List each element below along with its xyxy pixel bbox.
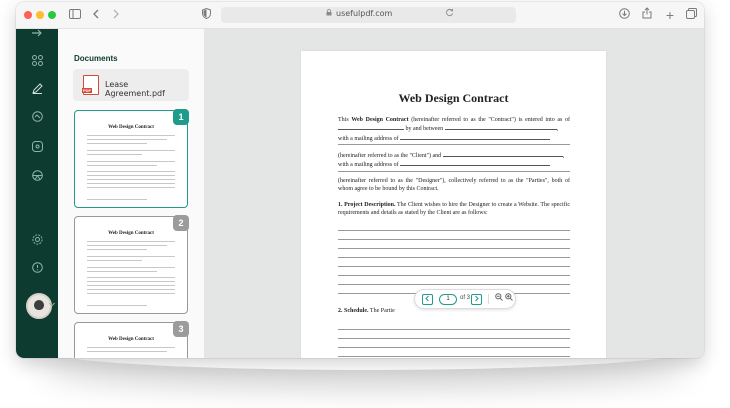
back-icon[interactable] [90,7,102,23]
shield-icon [200,7,212,23]
pdf-file-icon: PDF [82,75,99,95]
file-card[interactable]: PDF Lease Agreement.pdf [73,69,189,101]
maximize-window-button[interactable] [48,11,56,19]
grid-icon[interactable] [29,55,45,71]
help-icon[interactable] [29,262,45,278]
document-title: Web Design Contract [398,91,509,105]
reload-icon[interactable] [445,8,454,20]
tabs-icon[interactable] [684,7,698,23]
document-viewer: Web Design Contract This Web Design Cont… [204,29,704,358]
new-tab-icon[interactable]: + [663,7,677,23]
blank-line [338,144,570,145]
sidebar-icon[interactable] [68,7,82,23]
prev-page-button[interactable] [422,294,433,305]
file-name: Lease Agreement.pdf [105,80,165,98]
page-navigator: 1 of 3 [414,289,516,309]
documents-heading: Documents [74,54,118,63]
forward-icon[interactable] [110,7,122,23]
browser-toolbar: usefulpdf.com + [16,2,704,29]
minimize-window-button[interactable] [36,11,44,19]
download-icon[interactable] [617,7,631,23]
nav-rail [16,29,58,358]
url-text: usefulpdf.com [336,9,393,18]
page-thumbnail-1[interactable]: 1 Web Design Contract [74,109,189,208]
thumbnail-title: Web Design Contract [108,337,154,342]
page-number-badge: 2 [173,215,189,231]
next-page-button[interactable] [471,294,482,305]
documents-panel: Documents PDF Lease Agreement.pdf 1 Web … [58,29,205,358]
thumbnail-title: Web Design Contract [108,231,154,236]
share-icon[interactable] [640,7,654,23]
page-thumbnail-3[interactable]: 3 Web Design Contract [74,321,189,358]
layers-icon[interactable] [29,170,45,186]
zoom-in-icon[interactable] [505,293,513,303]
lock-icon [326,9,332,18]
blank-line [338,171,570,172]
page-number-badge: 1 [173,109,189,125]
zoom-out-icon[interactable] [495,293,503,303]
stamp-icon[interactable] [29,111,45,127]
page-number-input[interactable]: 1 [439,294,457,305]
address-bar[interactable]: usefulpdf.com [221,7,516,23]
chevron-down-icon[interactable] [49,300,55,309]
page-count: of 3 [460,295,471,301]
document-page: Web Design Contract This Web Design Cont… [301,51,606,358]
page-thumbnail-2[interactable]: 2 Web Design Contract [74,215,189,314]
section-1: 1. Project Description. The Client wishe… [338,202,571,217]
page-number-badge: 3 [173,321,189,337]
intro-paragraph: This Web Design Contract (hereinafter re… [338,117,571,142]
client-paragraph: (hereinafter referred to as the "Client"… [338,153,565,169]
thumbnail-title: Web Design Contract [108,125,154,130]
parties-paragraph: (hereinafter referred to as the "Designe… [338,178,570,193]
settings-icon[interactable] [29,234,45,250]
comment-icon[interactable] [29,141,45,157]
exit-icon[interactable] [29,27,45,43]
edit-icon[interactable] [29,83,45,99]
browser-window: usefulpdf.com + Documents PDF Lease Agre… [16,2,704,358]
divider [488,294,489,304]
close-window-button[interactable] [24,11,32,19]
